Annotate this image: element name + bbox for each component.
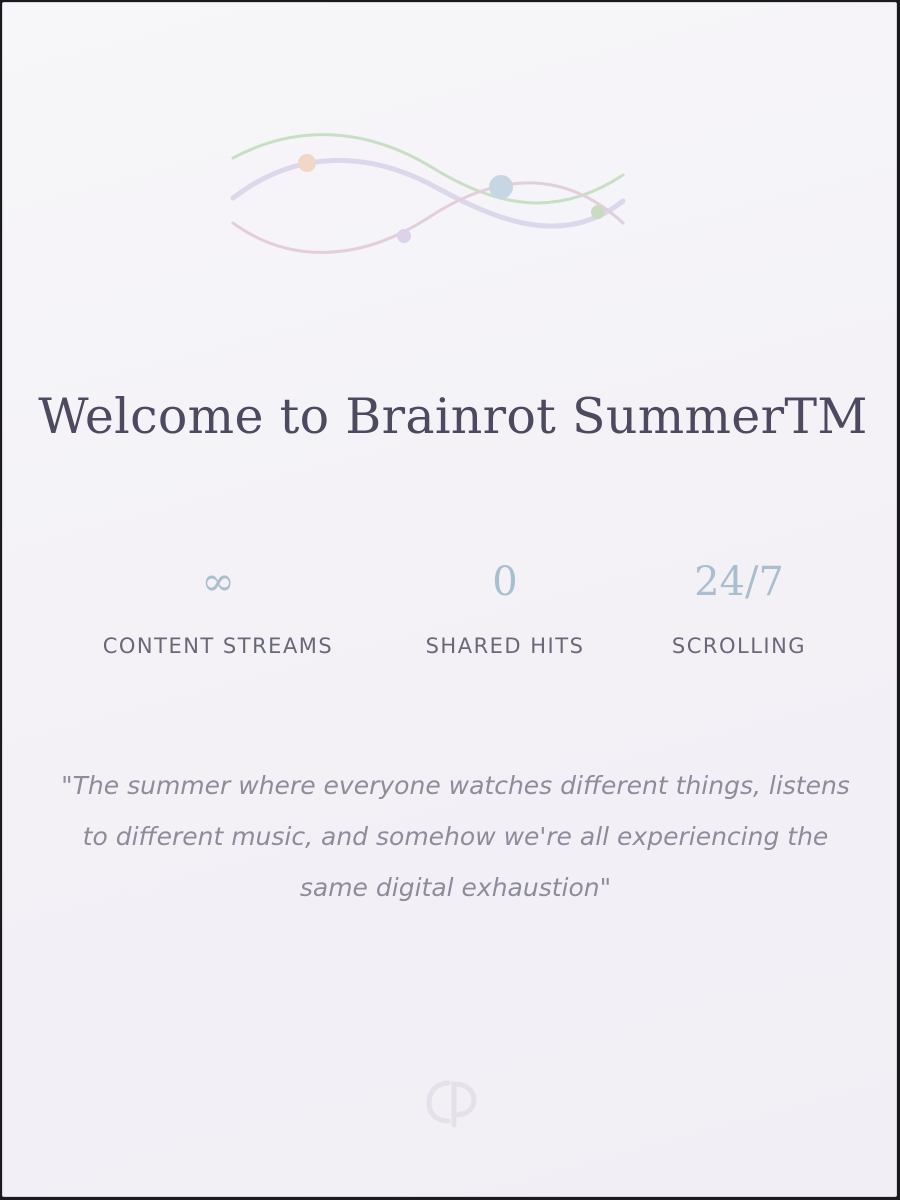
dot-blue [489,175,513,199]
stat-shared-hits: 0 SHARED HITS [395,558,615,658]
dot-purple [397,229,411,243]
dot-green [591,205,605,219]
monogram-right-bowl [451,1081,477,1128]
stat-label: SCROLLING [671,634,807,658]
wave-lines-icon [230,133,626,254]
stat-value: 24/7 [694,559,784,605]
stat-scrolling: 24/7 SCROLLING [633,558,845,658]
wave-pink [231,181,625,254]
monogram-left-arc [426,1080,451,1124]
page-title: Welcome to Brainrot SummerTM [38,388,868,445]
stat-value: 0 [492,559,518,605]
dot-orange [298,154,316,172]
page-card: Welcome to Brainrot SummerTM ∞ CONTENT S… [2,2,897,1197]
stat-label: SHARED HITS [425,634,585,658]
stat-value: ∞ [201,559,235,605]
tagline-quote: "The summer where everyone watches diffe… [61,771,850,902]
monogram-logo-icon [426,1080,477,1128]
stat-label: CONTENT STREAMS [102,634,334,658]
stat-content-streams: ∞ CONTENT STREAMS [63,558,373,658]
